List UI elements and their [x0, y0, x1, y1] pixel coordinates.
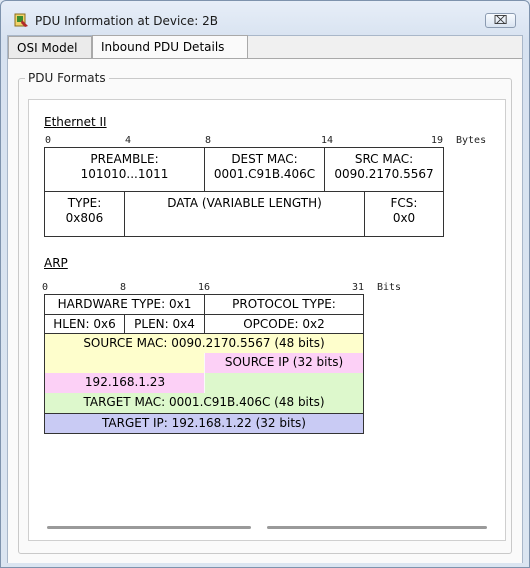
window-content: OSI Model Inbound PDU Details PDU Format…	[7, 35, 523, 563]
target-mac-field: TARGET MAC: 0001.C91B.406C (48 bits)	[45, 393, 363, 413]
title-bar[interactable]: PDU Information at Device: 2B ⌧	[1, 1, 529, 33]
source-mac-field: SOURCE MAC: 0090.2170.5567 (48 bits)	[45, 334, 363, 353]
dest-mac-label: DEST MAC:	[231, 152, 298, 166]
preamble-label: PREAMBLE:	[90, 152, 159, 166]
protocol-type-field: PROTOCOL TYPE:	[204, 294, 364, 315]
fcs-label: FCS:	[390, 196, 418, 210]
data-field: DATA (VARIABLE LENGTH)	[124, 191, 365, 237]
arp-border-right	[363, 334, 364, 414]
ethernet-tick: 0	[45, 135, 52, 146]
close-icon: ⌧	[493, 13, 508, 27]
preamble-value: 101010...1011	[80, 167, 169, 181]
tab-bar: OSI Model Inbound PDU Details	[8, 35, 522, 60]
ethernet-unit: Bytes	[456, 135, 487, 146]
horizontal-scrollbar-right[interactable]	[267, 526, 487, 529]
tab-inbound-pdu-details[interactable]: Inbound PDU Details	[92, 35, 248, 59]
arp-tick: 16	[198, 282, 211, 293]
dest-mac-value: 0001.C91B.406C	[213, 167, 316, 181]
src-mac-value: 0090.2170.5567	[334, 167, 434, 181]
ethernet-section-title: Ethernet II	[44, 115, 107, 129]
plen-field: PLEN: 0x4	[124, 314, 205, 334]
type-field: TYPE: 0x806	[44, 191, 125, 237]
dest-mac-field: DEST MAC: 0001.C91B.406C	[204, 147, 325, 192]
source-ip-value-field: 192.168.1.23	[45, 373, 205, 393]
arp-section-title: ARP	[44, 256, 68, 270]
arp-tick: 8	[120, 282, 127, 293]
inbound-pdu-details-panel: PDU Formats Ethernet II 0 4 8 14 19 Byte…	[8, 58, 522, 563]
ethernet-tick: 4	[125, 135, 132, 146]
arp-border-left	[44, 334, 45, 414]
arp-tick: 0	[42, 282, 49, 293]
ethernet-tick: 19	[431, 135, 444, 146]
target-mac-continuation	[205, 373, 363, 393]
target-ip-field: TARGET IP: 192.168.1.22 (32 bits)	[44, 413, 364, 434]
ethernet-tick: 14	[321, 135, 334, 146]
src-mac-field: SRC MAC: 0090.2170.5567	[324, 147, 444, 192]
fcs-value: 0x0	[392, 211, 416, 225]
opcode-field: OPCODE: 0x2	[204, 314, 364, 334]
arp-tick: 31	[352, 282, 365, 293]
close-button[interactable]: ⌧	[485, 13, 516, 28]
horizontal-scrollbar-left[interactable]	[47, 526, 251, 529]
packet-tracer-icon	[14, 13, 28, 27]
type-value: 0x806	[65, 211, 104, 225]
pdu-information-window: PDU Information at Device: 2B ⌧ OSI Mode…	[0, 0, 530, 568]
pdu-formats-label: PDU Formats	[25, 71, 109, 85]
tab-osi-model[interactable]: OSI Model	[8, 36, 92, 58]
fcs-field: FCS: 0x0	[364, 191, 444, 237]
type-label: TYPE:	[67, 196, 102, 210]
window-title: PDU Information at Device: 2B	[35, 14, 218, 28]
arp-divider	[204, 353, 205, 393]
hardware-type-field: HARDWARE TYPE: 0x1	[44, 294, 205, 315]
arp-unit: Bits	[377, 282, 402, 293]
hlen-field: HLEN: 0x6	[44, 314, 125, 334]
ethernet-tick: 8	[205, 135, 212, 146]
source-ip-label-field: SOURCE IP (32 bits)	[205, 353, 363, 373]
src-mac-label: SRC MAC:	[354, 152, 414, 166]
source-mac-continuation	[45, 353, 205, 373]
preamble-field: PREAMBLE: 101010...1011	[44, 147, 205, 192]
pdu-formats-canvas[interactable]: Ethernet II 0 4 8 14 19 Bytes PREAMBLE: …	[28, 99, 506, 541]
data-label: DATA (VARIABLE LENGTH)	[167, 196, 322, 210]
